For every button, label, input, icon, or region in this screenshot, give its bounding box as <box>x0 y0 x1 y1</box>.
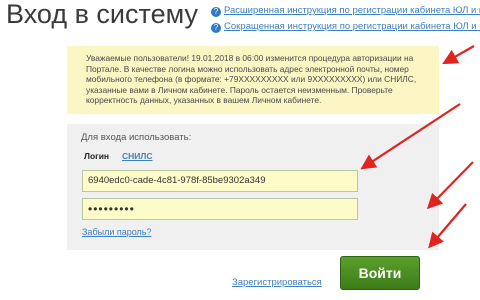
tab-login[interactable]: Логин <box>84 151 109 161</box>
page-title: Вход в систему <box>6 0 198 29</box>
annotation-arrow <box>442 45 475 65</box>
register-link[interactable]: Зарегистрироваться <box>232 277 322 288</box>
forgot-password-link[interactable]: Забыли пароль? <box>82 227 151 237</box>
help-icon: ? <box>211 23 221 33</box>
password-input[interactable]: ••••••••• <box>82 198 358 220</box>
login-button[interactable]: Войти <box>340 256 420 290</box>
login-method-label: Для входа использовать: <box>81 132 192 143</box>
tab-snils[interactable]: СНИЛС <box>122 151 153 161</box>
extended-instruction-link[interactable]: ? Расширенная инструкция по регистрации к… <box>211 5 480 17</box>
login-form: Для входа использовать: Логин СНИЛС 6940… <box>67 124 439 250</box>
authorization-notice: Уважаемые пользователи! 19.01.2018 в 06:… <box>67 46 439 114</box>
short-instruction-label: Сокращенная инструкция по регистрации ка… <box>224 21 480 32</box>
login-page: Вход в систему ? Расширенная инструкция п… <box>0 0 480 300</box>
extended-instruction-label: Расширенная инструкция по регистрации ка… <box>224 5 480 16</box>
short-instruction-link[interactable]: ? Сокращенная инструкция по регистрации к… <box>211 21 480 33</box>
login-input[interactable]: 6940edc0-cade-4c81-978f-85be9302a349 <box>82 170 358 192</box>
help-icon: ? <box>211 7 221 17</box>
